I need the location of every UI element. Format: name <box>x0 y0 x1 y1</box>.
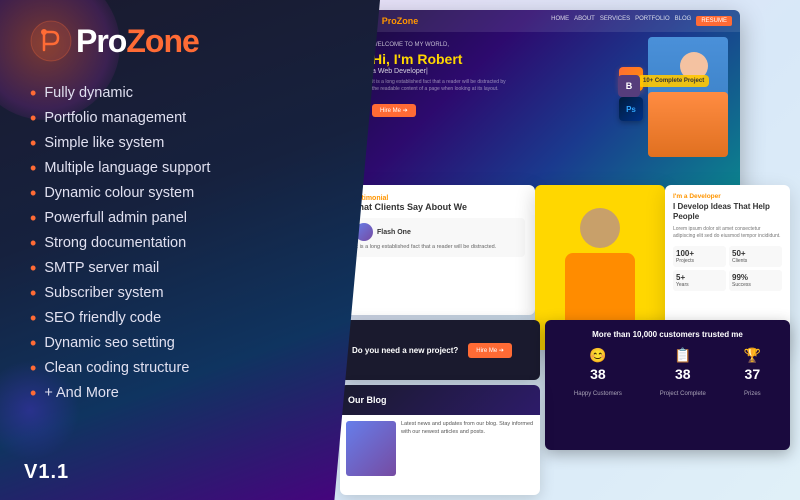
nav-link-about: ABOUT <box>574 16 595 26</box>
stat-success-num: 99% <box>732 273 779 282</box>
features-list: Fully dynamic Portfolio management Simpl… <box>30 80 350 405</box>
customers-preview: More than 10,000 customers trusted me 😊 … <box>545 320 790 450</box>
developer-title: I Develop Ideas That Help People <box>673 202 782 223</box>
version-badge: V1.1 <box>24 461 69 484</box>
hero-welcome: WELCOME TO MY WORLD, <box>372 42 620 48</box>
logo-area: ProZone <box>30 20 350 62</box>
main-preview: ⚡ ProZone HOME ABOUT SERVICES PORTFOLIO … <box>360 10 740 210</box>
happy-customers-label: Happy Customers <box>574 391 622 397</box>
nav-link-services: SERVICES <box>600 16 630 26</box>
figure-head <box>580 208 620 248</box>
testimonial-title: What Clients Say About We <box>350 202 525 212</box>
testimonial-card: Flash One It is a long established fact … <box>350 218 525 257</box>
person-body <box>648 92 728 157</box>
testimonial-label: Testimonial <box>350 195 525 202</box>
blog-info: Latest news and updates from our blog. S… <box>401 421 534 476</box>
project-cta-text: Do you need a new project? <box>352 346 458 355</box>
prizes-icon: 🏆 <box>744 347 761 364</box>
stat-success: 99% Success <box>729 270 782 291</box>
stat-project-complete: 📋 38 Project Complete <box>660 347 706 400</box>
prizes-num: 37 <box>744 366 761 382</box>
developer-stats: 100+ Projects 50+ Clients 5+ Years 99% S… <box>673 246 782 291</box>
blog-content: Latest news and updates from our blog. S… <box>340 415 540 482</box>
logo-text: ProZone <box>76 23 199 60</box>
logo-icon <box>30 20 72 62</box>
list-item: Strong documentation <box>30 230 350 255</box>
nav-link-blog: BLOG <box>675 16 692 26</box>
nav-bar: ⚡ ProZone HOME ABOUT SERVICES PORTFOLIO … <box>360 10 740 32</box>
right-panel: ⚡ ProZone HOME ABOUT SERVICES PORTFOLIO … <box>330 0 800 500</box>
hero-subtitle: a Web Developer| <box>372 68 620 75</box>
nav-links: HOME ABOUT SERVICES PORTFOLIO BLOG RESUM… <box>551 16 732 26</box>
nav-link-home: HOME <box>551 16 569 26</box>
list-item: Clean coding structure <box>30 355 350 380</box>
happy-customers-icon: 😊 <box>574 347 622 364</box>
blog-thumbnail <box>346 421 396 476</box>
bootstrap-badge: B <box>618 75 640 97</box>
project-complete-num: 38 <box>660 366 706 382</box>
person-image <box>648 37 728 157</box>
nav-resume-button[interactable]: RESUME <box>696 16 732 26</box>
list-item: + And More <box>30 380 350 405</box>
project-cta-button[interactable]: Hire Me ➔ <box>468 343 512 358</box>
yellow-person-figure <box>558 203 643 333</box>
stat-happy-customers: 😊 38 Happy Customers <box>574 347 622 400</box>
projects-badge: 10+ Complete Project <box>638 75 709 87</box>
list-item: Subscriber system <box>30 280 350 305</box>
hero-title: Hi, I'm Robert <box>372 51 620 68</box>
happy-customers-num: 38 <box>574 366 622 382</box>
hero-desc: It is a long established fact that a rea… <box>372 79 512 93</box>
list-item: Simple like system <box>30 130 350 155</box>
logo-zone: Zone <box>126 23 198 59</box>
developer-label: I'm a Developer <box>673 193 782 200</box>
project-complete-icon: 📋 <box>660 347 706 364</box>
hero-cta-button[interactable]: Hire Me ➔ <box>372 104 416 117</box>
hero-left: WELCOME TO MY WORLD, Hi, I'm Robert a We… <box>372 42 620 117</box>
project-cta-preview: Do you need a new project? Hire Me ➔ <box>340 320 540 380</box>
hero-title-prefix: Hi, I'm <box>372 51 417 67</box>
stat-projects-num: 100+ <box>676 249 723 258</box>
hero-name: Robert <box>417 51 462 67</box>
testimonial-text: It is a long established fact that a rea… <box>355 244 520 252</box>
ps-badge: Ps <box>619 97 643 121</box>
testimonial-preview: Testimonial What Clients Say About We Fl… <box>340 185 535 315</box>
customers-title: More than 10,000 customers trusted me <box>555 330 780 339</box>
prizes-label: Prizes <box>744 391 761 397</box>
left-panel: ProZone Fully dynamic Portfolio manageme… <box>0 0 380 500</box>
stat-years: 5+ Years <box>673 270 726 291</box>
stat-success-label: Success <box>732 282 751 288</box>
hero-right: Ai Ps 10+ Complete Project B <box>628 42 728 117</box>
logo-pro: Pro <box>76 23 126 59</box>
stat-clients: 50+ Clients <box>729 246 782 267</box>
list-item: Powerfull admin panel <box>30 205 350 230</box>
developer-text: Lorem ipsum dolor sit amet consectetur a… <box>673 226 782 241</box>
customers-stats: 😊 38 Happy Customers 📋 38 Project Comple… <box>555 347 780 400</box>
testimonial-reviewer: Flash One <box>377 229 411 236</box>
stat-prizes: 🏆 37 Prizes <box>744 347 761 400</box>
project-complete-label: Project Complete <box>660 391 706 397</box>
stat-years-label: Years <box>676 282 689 288</box>
list-item: Dynamic colour system <box>30 180 350 205</box>
blog-preview: Our Blog Latest news and updates from ou… <box>340 385 540 495</box>
stat-projects: 100+ Projects <box>673 246 726 267</box>
list-item: Multiple language support <box>30 155 350 180</box>
stat-clients-label: Clients <box>732 258 747 264</box>
nav-link-portfolio: PORTFOLIO <box>635 16 670 26</box>
stat-years-num: 5+ <box>676 273 723 282</box>
hero-content: WELCOME TO MY WORLD, Hi, I'm Robert a We… <box>360 32 740 127</box>
blog-title: Our Blog <box>348 395 387 405</box>
list-item: Dynamic seo setting <box>30 330 350 355</box>
stat-projects-label: Projects <box>676 258 694 264</box>
blog-header: Our Blog <box>340 385 540 415</box>
list-item: SMTP server mail <box>30 255 350 280</box>
stat-clients-num: 50+ <box>732 249 779 258</box>
list-item: SEO friendly code <box>30 305 350 330</box>
list-item: Portfolio management <box>30 105 350 130</box>
list-item: Fully dynamic <box>30 80 350 105</box>
